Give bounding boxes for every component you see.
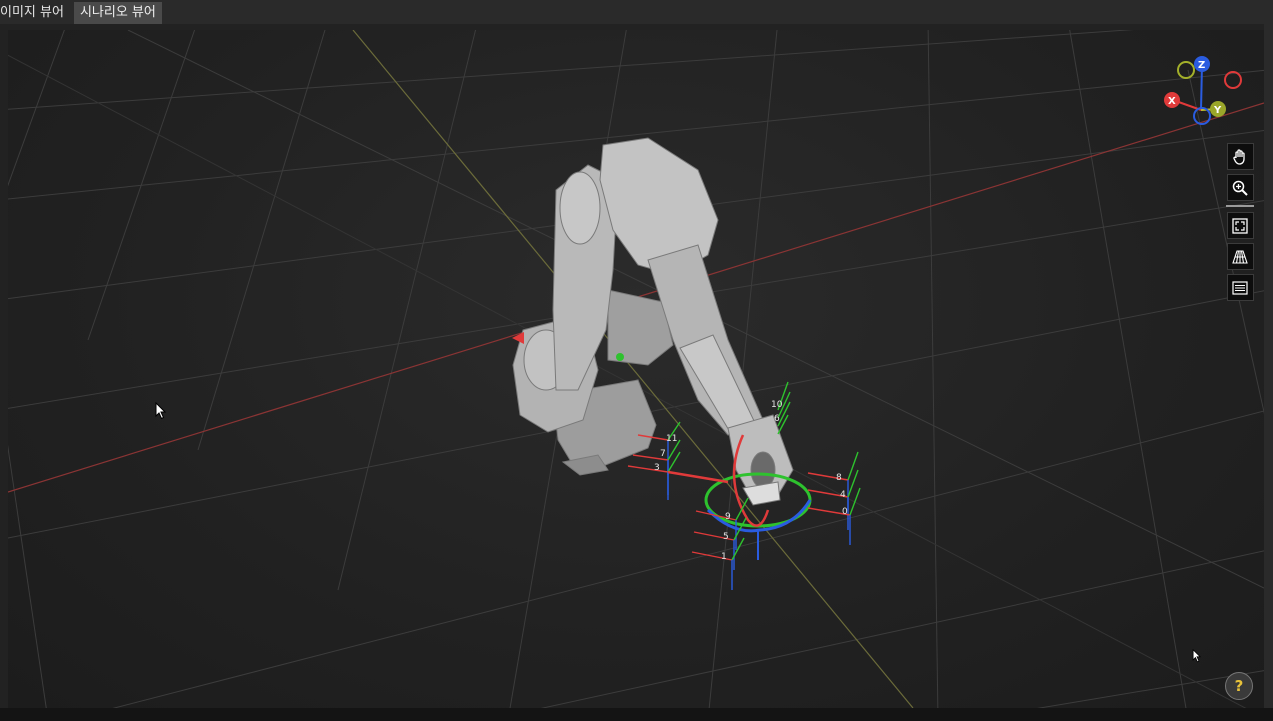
waypoint-label: 0 [842, 507, 848, 517]
tab-scenario-viewer[interactable]: 시나리오 뷰어 [73, 2, 162, 24]
waypoint-label: 9 [725, 512, 731, 522]
waypoint-label: 8 [836, 473, 842, 483]
joint-marker-green [616, 353, 624, 361]
grid-plane-icon [1232, 249, 1248, 264]
floor-grid [8, 30, 1264, 708]
waypoint-label: 1 [721, 552, 727, 562]
list-panel-icon [1232, 280, 1248, 295]
waypoint-label: 3 [654, 463, 660, 473]
view-toolbar [1225, 143, 1255, 305]
scene-canvas: 11 7 3 10 6 8 4 0 9 5 1 Z X Y [8, 30, 1264, 708]
robot-arm [512, 137, 794, 506]
bottom-bar [0, 708, 1273, 721]
mouse-cursor-icon [1192, 649, 1202, 663]
hand-icon [1233, 148, 1245, 165]
mouse-cursor-icon [155, 402, 167, 420]
fit-view-tool[interactable] [1226, 212, 1254, 239]
pan-tool[interactable] [1226, 143, 1254, 170]
tab-bar: 이미지 뷰어 시나리오 뷰어 [0, 0, 1273, 24]
gizmo-z-label: Z [1198, 60, 1205, 71]
waypoint-label: 6 [774, 414, 780, 424]
zoom-tool[interactable] [1226, 174, 1254, 201]
help-icon: ? [1234, 677, 1244, 695]
waypoint-label: 10 [771, 400, 783, 410]
gizmo-neg-x[interactable] [1224, 71, 1242, 89]
grid-toggle[interactable] [1226, 243, 1254, 270]
3d-viewport[interactable]: 11 7 3 10 6 8 4 0 9 5 1 Z X Y [8, 30, 1264, 708]
right-edge [1264, 24, 1273, 721]
gizmo-neg-y[interactable] [1177, 61, 1195, 79]
panel-toggle[interactable] [1226, 274, 1254, 301]
waypoint-label: 7 [660, 449, 666, 459]
gizmo-y-label: Y [1213, 105, 1222, 116]
gizmo-x-label: X [1168, 96, 1176, 107]
toolbar-separator [1226, 205, 1254, 207]
fit-screen-icon [1232, 217, 1248, 234]
zoom-in-icon [1232, 180, 1248, 196]
world-y-axis [352, 30, 914, 708]
tab-image-viewer[interactable]: 이미지 뷰어 [0, 2, 70, 24]
waypoint-label: 5 [723, 532, 729, 542]
waypoint-label: 11 [666, 434, 677, 444]
help-button[interactable]: ? [1225, 672, 1253, 700]
waypoint-label: 4 [840, 490, 846, 500]
